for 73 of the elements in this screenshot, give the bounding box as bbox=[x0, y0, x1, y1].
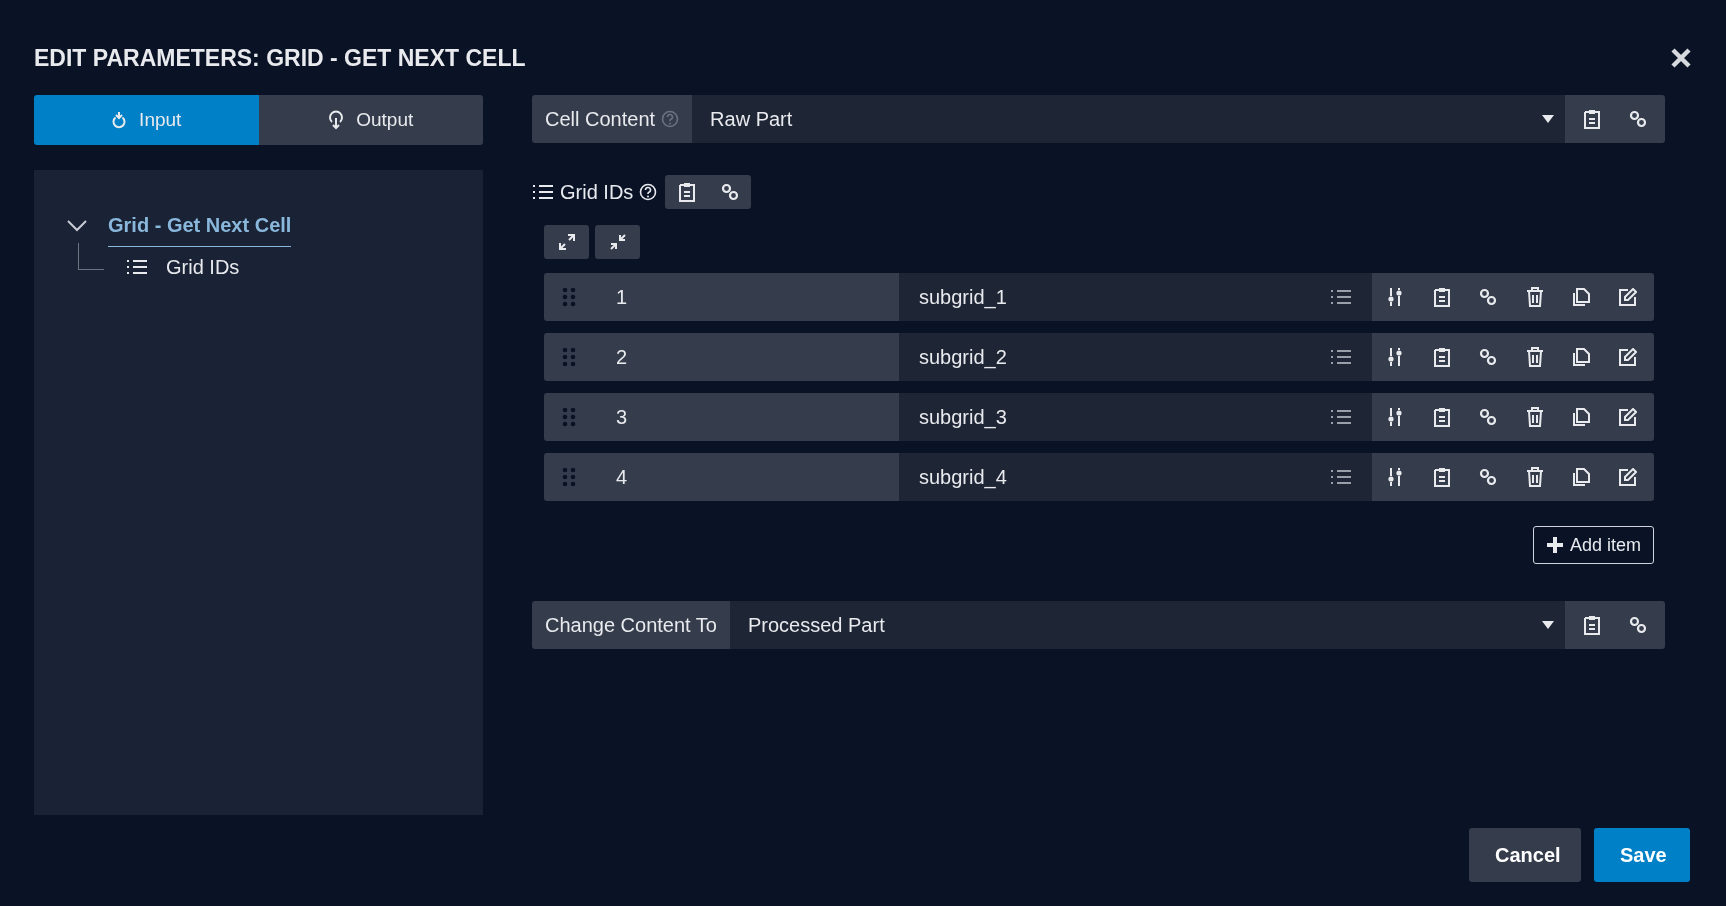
edit-icon bbox=[1618, 288, 1637, 306]
dropdown-field[interactable]: Raw Part bbox=[692, 95, 1565, 143]
trash-icon bbox=[1525, 467, 1544, 487]
item-value-field[interactable]: subgrid_3 bbox=[899, 393, 1372, 441]
trash-icon bbox=[1525, 347, 1544, 367]
chevron-down-icon[interactable] bbox=[66, 219, 88, 233]
list-icon bbox=[126, 259, 148, 275]
item-value-field[interactable]: subgrid_4 bbox=[899, 453, 1372, 501]
close-icon bbox=[1670, 47, 1692, 69]
sliders-icon bbox=[1387, 347, 1404, 367]
cancel-button[interactable]: Cancel bbox=[1469, 828, 1581, 882]
link-icon bbox=[1479, 468, 1498, 486]
sliders-icon bbox=[1387, 467, 1404, 487]
clipboard-icon bbox=[1432, 467, 1451, 487]
link-icon bbox=[1629, 110, 1647, 128]
trash-icon bbox=[1525, 287, 1544, 307]
drag-handle-icon bbox=[562, 347, 576, 367]
edit-icon bbox=[1618, 468, 1637, 486]
drag-handle-icon bbox=[562, 287, 576, 307]
link-icon bbox=[1479, 288, 1498, 306]
dropdown-caret-icon bbox=[1541, 114, 1555, 124]
clipboard-icon bbox=[677, 182, 696, 202]
field-label: Cell Content bbox=[545, 107, 656, 131]
edit-icon bbox=[1618, 348, 1637, 366]
copy-icon bbox=[1572, 348, 1591, 366]
list-icon bbox=[1330, 469, 1352, 485]
field-label: Change Content To bbox=[545, 613, 717, 637]
drag-handle-icon bbox=[562, 407, 576, 427]
item-value-field[interactable]: subgrid_1 bbox=[899, 273, 1372, 321]
tree-item[interactable]: Grid - Get Next Cell bbox=[108, 209, 292, 247]
link-icon bbox=[1479, 348, 1498, 366]
link-icon bbox=[720, 183, 739, 201]
link-icon bbox=[1479, 408, 1498, 426]
expand-button[interactable] bbox=[544, 225, 589, 259]
list-icon bbox=[1330, 289, 1352, 305]
item-index: 4 bbox=[616, 465, 628, 489]
trash-icon bbox=[1525, 407, 1544, 427]
expand-icon bbox=[557, 233, 576, 251]
list-icon bbox=[1330, 349, 1352, 365]
item-value-field[interactable]: subgrid_2 bbox=[899, 333, 1372, 381]
link-icon bbox=[1629, 616, 1647, 634]
save-button[interactable]: Save bbox=[1594, 828, 1690, 882]
tab[interactable]: Output bbox=[258, 95, 483, 145]
sliders-icon bbox=[1387, 287, 1404, 307]
item-index: 1 bbox=[616, 285, 628, 309]
item-index: 3 bbox=[616, 405, 628, 429]
copy-icon bbox=[1572, 408, 1591, 426]
item-index: 2 bbox=[616, 345, 628, 369]
clipboard-icon bbox=[1583, 615, 1601, 635]
dropdown-caret-icon bbox=[1541, 620, 1555, 630]
clipboard-icon bbox=[1432, 347, 1451, 367]
section-label: Grid IDs bbox=[560, 180, 634, 204]
add-item-button[interactable]: Add item bbox=[1532, 526, 1654, 564]
list-icon bbox=[532, 184, 554, 200]
copy-icon bbox=[1572, 468, 1591, 486]
dialog-title: EDIT PARAMETERS: GRID - GET NEXT CELL bbox=[34, 44, 526, 72]
list-icon bbox=[1330, 409, 1352, 425]
plus-icon bbox=[1545, 536, 1564, 554]
dropdown-field[interactable]: Processed Part bbox=[730, 601, 1565, 649]
sliders-icon bbox=[1387, 407, 1404, 427]
tree-connector-line bbox=[78, 242, 104, 270]
clipboard-icon bbox=[1583, 109, 1601, 129]
clipboard-icon bbox=[1432, 407, 1451, 427]
power-icon bbox=[111, 111, 128, 129]
close-button[interactable] bbox=[1670, 47, 1692, 69]
collapse-icon bbox=[608, 233, 627, 251]
copy-icon bbox=[1572, 288, 1591, 306]
tab[interactable]: Input bbox=[34, 95, 259, 145]
collapse-button[interactable] bbox=[595, 225, 640, 259]
clipboard-icon bbox=[1432, 287, 1451, 307]
drag-handle-icon bbox=[562, 467, 576, 487]
edit-icon bbox=[1618, 408, 1637, 426]
tree-item[interactable]: Grid IDs bbox=[166, 255, 240, 279]
